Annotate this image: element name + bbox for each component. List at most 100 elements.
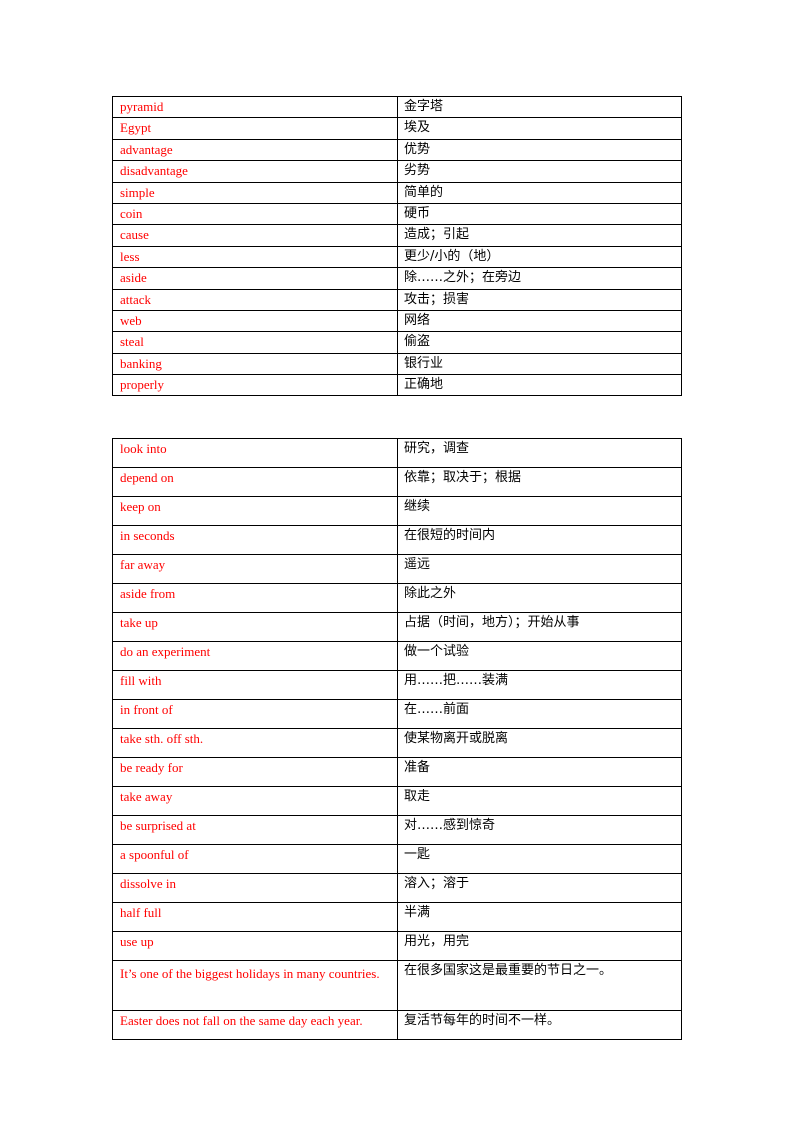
- chinese-meaning-cell: 依靠；取决于；根据: [397, 467, 682, 497]
- english-term-cell: look into: [112, 438, 398, 468]
- chinese-meaning-cell: 用……把……装满: [397, 670, 682, 700]
- english-term-cell: Egypt: [112, 117, 398, 140]
- vocab-table: pyramid 金字塔 Egypt 埃及 advantage 优势 disadvantage…: [112, 95, 682, 397]
- chinese-meaning-cell: 半满: [397, 902, 682, 932]
- table-row: use up 用光，用完: [112, 931, 682, 961]
- english-term-cell: Easter does not fall on the same day eac…: [112, 1010, 398, 1040]
- chinese-meaning-cell: 偷盗: [397, 331, 682, 354]
- english-term-cell: advantage: [112, 138, 398, 162]
- table-row: take up 占据（时间，地方）；开始从事: [112, 612, 682, 642]
- english-term-cell: properly: [112, 374, 398, 397]
- table-row: Easter does not fall on the same day eac…: [112, 1010, 682, 1040]
- english-term-cell: disadvantage: [112, 160, 398, 183]
- english-term-cell: do an experiment: [112, 641, 398, 671]
- chinese-meaning-cell: 研究，调查: [397, 438, 682, 468]
- chinese-meaning-cell: 一匙: [397, 844, 682, 874]
- table-row: aside from 除此之外: [112, 583, 682, 613]
- table-row: disadvantage 劣势: [112, 160, 682, 183]
- table-row: do an experiment 做一个试验: [112, 641, 682, 671]
- chinese-meaning-cell: 简单的: [397, 181, 682, 204]
- chinese-meaning-cell: 在……前面: [397, 699, 682, 729]
- english-term-cell: pyramid: [112, 95, 398, 119]
- table-row: banking 银行业: [112, 352, 682, 376]
- chinese-meaning-cell: 造成；引起: [397, 224, 682, 247]
- table-row: keep on 继续: [112, 496, 682, 526]
- table-row: depend on 依靠；取决于；根据: [112, 467, 682, 497]
- table-row: take sth. off sth. 使某物离开或脱离: [112, 728, 682, 758]
- chinese-meaning-cell: 劣势: [397, 160, 682, 183]
- english-term-cell: in front of: [112, 699, 398, 729]
- chinese-meaning-cell: 遥远: [397, 554, 682, 584]
- table-row: steal 偷盗: [112, 331, 682, 354]
- english-term-cell: keep on: [112, 496, 398, 526]
- table-row: advantage 优势: [112, 138, 682, 162]
- table-row: simple 简单的: [112, 181, 682, 204]
- chinese-meaning-cell: 除此之外: [397, 583, 682, 613]
- table-row: properly 正确地: [112, 374, 682, 397]
- table-row: look into 研究，调查: [112, 438, 682, 468]
- english-term-cell: simple: [112, 181, 398, 204]
- english-term-cell: aside from: [112, 583, 398, 613]
- chinese-meaning-cell: 复活节每年的时间不一样。: [397, 1010, 682, 1040]
- english-term-cell: far away: [112, 554, 398, 584]
- table-row: be surprised at 对……感到惊奇: [112, 815, 682, 845]
- english-term-cell: take up: [112, 612, 398, 642]
- chinese-meaning-cell: 取走: [397, 786, 682, 816]
- table-row: a spoonful of 一匙: [112, 844, 682, 874]
- chinese-meaning-cell: 使某物离开或脱离: [397, 728, 682, 758]
- english-term-cell: fill with: [112, 670, 398, 700]
- chinese-meaning-cell: 银行业: [397, 352, 682, 376]
- table-row: aside 除……之外；在旁边: [112, 267, 682, 290]
- table-row: web 网络: [112, 309, 682, 333]
- english-term-cell: less: [112, 245, 398, 269]
- english-term-cell: steal: [112, 331, 398, 354]
- english-term-cell: depend on: [112, 467, 398, 497]
- table-row: far away 遥远: [112, 554, 682, 584]
- chinese-meaning-cell: 金字塔: [397, 95, 682, 119]
- chinese-meaning-cell: 对……感到惊奇: [397, 815, 682, 845]
- table-row: coin 硬币: [112, 202, 682, 226]
- table-row: Egypt 埃及: [112, 117, 682, 140]
- chinese-meaning-cell: 网络: [397, 309, 682, 333]
- english-term-cell: a spoonful of: [112, 844, 398, 874]
- english-term-cell: aside: [112, 267, 398, 290]
- chinese-meaning-cell: 继续: [397, 496, 682, 526]
- chinese-meaning-cell: 攻击；损害: [397, 288, 682, 311]
- table-row: fill with 用……把……装满: [112, 670, 682, 700]
- table-row: dissolve in 溶入；溶于: [112, 873, 682, 903]
- chinese-meaning-cell: 占据（时间，地方）；开始从事: [397, 612, 682, 642]
- english-term-cell: coin: [112, 202, 398, 226]
- chinese-meaning-cell: 做一个试验: [397, 641, 682, 671]
- english-term-cell: web: [112, 309, 398, 333]
- chinese-meaning-cell: 在很短的时间内: [397, 525, 682, 555]
- table-row: in front of 在……前面: [112, 699, 682, 729]
- chinese-meaning-cell: 除……之外；在旁边: [397, 267, 682, 290]
- table-row: take away 取走: [112, 786, 682, 816]
- table-row: in seconds 在很短的时间内: [112, 525, 682, 555]
- english-term-cell: It’s one of the biggest holidays in many…: [112, 960, 398, 1011]
- chinese-meaning-cell: 用光，用完: [397, 931, 682, 961]
- table-row: less 更少/小的（地）: [112, 245, 682, 269]
- table-row: half full 半满: [112, 902, 682, 932]
- table-row: be ready for 准备: [112, 757, 682, 787]
- english-term-cell: be ready for: [112, 757, 398, 787]
- english-term-cell: in seconds: [112, 525, 398, 555]
- chinese-meaning-cell: 硬币: [397, 202, 682, 226]
- english-term-cell: banking: [112, 352, 398, 376]
- table-row: attack 攻击；损害: [112, 288, 682, 311]
- english-term-cell: use up: [112, 931, 398, 961]
- table-row: It’s one of the biggest holidays in many…: [112, 960, 682, 1011]
- english-term-cell: attack: [112, 288, 398, 311]
- english-term-cell: take sth. off sth.: [112, 728, 398, 758]
- english-term-cell: half full: [112, 902, 398, 932]
- phrase-table: look into 研究，调查 depend on 依靠；取决于；根据 keep on 继…: [112, 438, 682, 1040]
- chinese-meaning-cell: 更少/小的（地）: [397, 245, 682, 269]
- table-row: cause 造成；引起: [112, 224, 682, 247]
- table-row: pyramid 金字塔: [112, 95, 682, 119]
- english-term-cell: be surprised at: [112, 815, 398, 845]
- chinese-meaning-cell: 埃及: [397, 117, 682, 140]
- chinese-meaning-cell: 正确地: [397, 374, 682, 397]
- english-term-cell: dissolve in: [112, 873, 398, 903]
- english-term-cell: take away: [112, 786, 398, 816]
- chinese-meaning-cell: 在很多国家这是最重要的节日之一。: [397, 960, 682, 1011]
